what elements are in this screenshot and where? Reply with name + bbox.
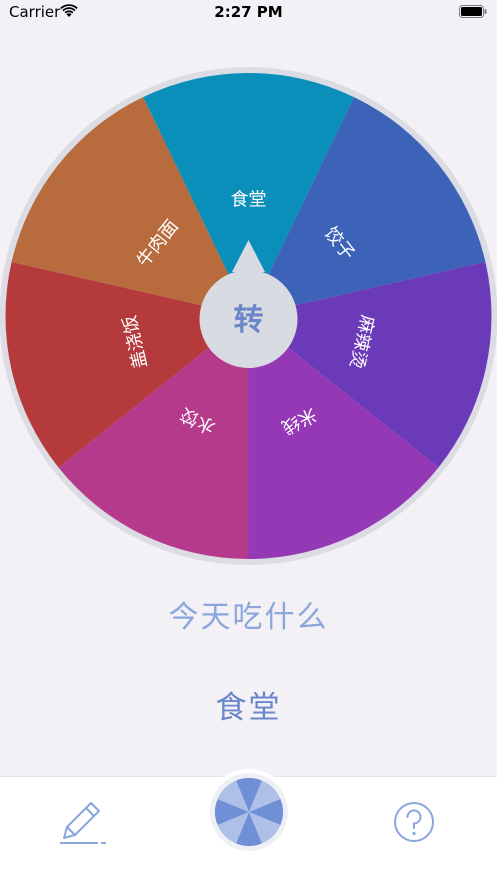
battery-icon [459,5,487,18]
spin-button-label[interactable]: 转 [234,303,264,338]
spin-tab-button[interactable] [206,769,292,855]
help-button[interactable] [389,797,439,847]
question-title: 今天吃什么 [168,600,329,635]
wheel-segment-label: 食堂 [231,190,267,211]
question-circle-icon [394,802,434,842]
result-label: 食堂 [215,690,282,726]
wheel-icon [215,778,283,846]
status-bar: Carrier 2:27 PM [0,0,497,26]
status-time: 2:27 PM [214,3,283,21]
spin-wheel[interactable]: 食堂饺子麻辣烫米线水饺盖浇饭牛肉面 转 [0,66,497,566]
edit-button[interactable] [56,797,108,847]
tab-bar [0,769,497,884]
pencil-icon [60,802,106,844]
